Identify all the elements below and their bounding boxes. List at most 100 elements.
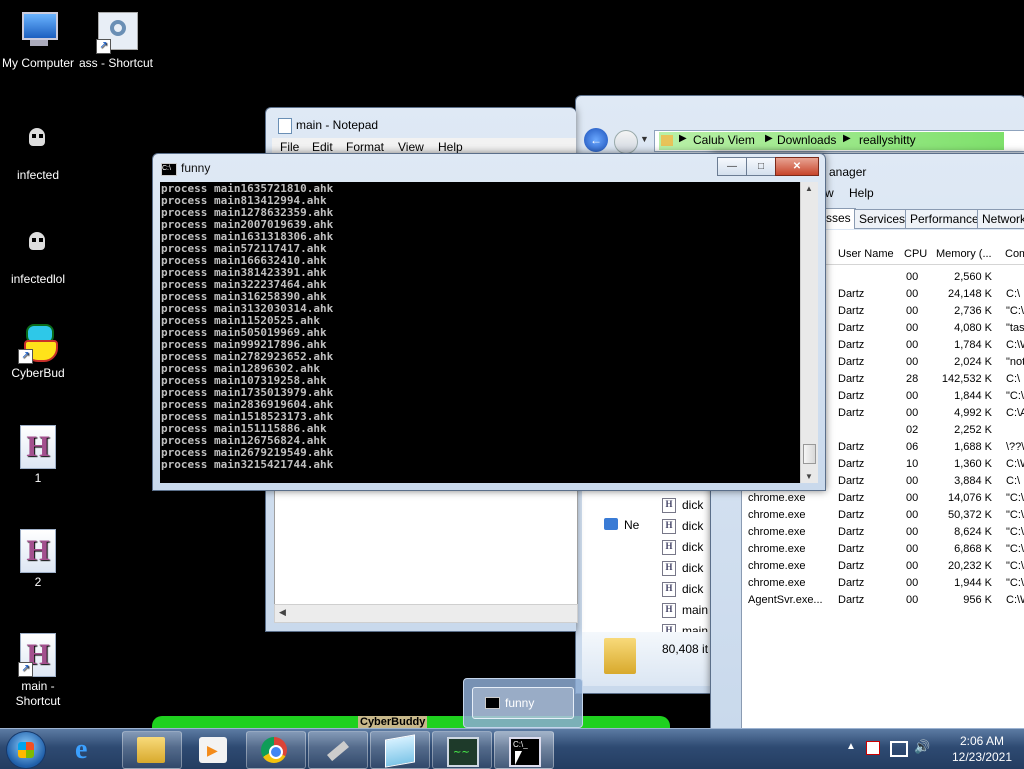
vertical-scrollbar[interactable]: ▲ ▼ (800, 182, 818, 483)
command-line: C:\ (1006, 373, 1021, 385)
table-row[interactable]: chrome.exe Dartz 00 1,944 K "C:\ (742, 577, 1024, 594)
cpu-value: 00 (906, 390, 919, 402)
list-item[interactable]: Hdick (662, 517, 712, 538)
memory-value: 1,688 K (954, 441, 992, 453)
list-item[interactable]: Hdick (662, 496, 712, 517)
taskbar: e ▶ ∼∼ C:\_ ▲ 🔊 2:06 AM 12/23/2021 (0, 728, 1024, 769)
sidebar-network-label[interactable]: Ne (624, 518, 639, 532)
tab-services[interactable]: Services (854, 209, 911, 229)
memory-value: 1,844 K (954, 390, 992, 402)
menu-view[interactable]: View (398, 140, 424, 154)
menu-view[interactable]: w (825, 186, 834, 200)
folder-icon (661, 135, 673, 146)
command-line: C:\ (1006, 288, 1021, 300)
command-line: "C:\ (1006, 390, 1024, 402)
taskbar-ie[interactable]: e (60, 731, 120, 769)
list-item[interactable]: Hmain (662, 601, 712, 622)
taskbar-notepad[interactable] (370, 731, 430, 769)
menu-file[interactable]: File (280, 140, 299, 154)
minimize-button[interactable]: — (717, 157, 747, 176)
breadcrumb[interactable]: ▶ Calub Viem ▶ Downloads ▶ reallyshitty (654, 130, 1024, 152)
table-row[interactable]: chrome.exe Dartz 00 6,868 K "C:\ (742, 543, 1024, 560)
explorer-nav-bar: ← ▼ ▶ Calub Viem ▶ Downloads ▶ reallyshi… (576, 126, 1024, 154)
taskbar-usb-app[interactable] (308, 731, 368, 769)
clock-time[interactable]: 2:06 AM (942, 734, 1022, 748)
horizontal-scrollbar[interactable]: ◀ (274, 604, 578, 623)
memory-value: 142,532 K (941, 373, 992, 385)
scroll-left-icon[interactable]: ◀ (279, 607, 286, 618)
column-header-command[interactable]: Com (1005, 248, 1024, 260)
list-item[interactable]: Hdick (662, 559, 712, 580)
taskbar-console-funny[interactable]: C:\_ (494, 731, 554, 769)
thumbnail-item[interactable]: funny (472, 687, 574, 719)
table-row[interactable]: chrome.exe Dartz 00 8,624 K "C:\ (742, 526, 1024, 543)
scroll-up-icon[interactable]: ▲ (805, 184, 813, 193)
console-window[interactable]: C:\ funny — □ ✕ process main1635721810.a… (152, 153, 826, 491)
breadcrumb-item[interactable]: Calub Viem (693, 133, 755, 147)
memory-value: 14,076 K (947, 492, 992, 504)
user-name: Dartz (838, 288, 865, 300)
action-center-icon[interactable] (866, 741, 880, 755)
table-row[interactable]: chrome.exe Dartz 00 20,232 K "C:\ (742, 560, 1024, 577)
desktop-icon-my-computer[interactable]: My Computer (0, 10, 76, 71)
column-header-user[interactable]: User Name (838, 248, 894, 260)
user-name: Dartz (838, 577, 865, 589)
memory-value: 2,024 K (954, 356, 992, 368)
console-output[interactable]: process main1635721810.ahk process main81… (160, 182, 818, 483)
desktop-icon-label: My Computer (1, 56, 75, 70)
taskbar-thumbnail[interactable]: funny (463, 678, 583, 728)
show-hidden-icons-icon[interactable]: ▲ (846, 741, 856, 752)
command-line: "C:\ (1006, 577, 1024, 589)
taskbar-chrome[interactable] (246, 731, 306, 769)
media-player-icon: ▶ (199, 737, 227, 763)
list-item[interactable]: Hdick (662, 580, 712, 601)
desktop-icon-infectedlol[interactable]: infectedlol (0, 226, 76, 287)
tab-networking[interactable]: Networki (977, 209, 1024, 229)
desktop-icon-2[interactable]: H 2 (0, 529, 76, 590)
table-row[interactable]: chrome.exe Dartz 00 14,076 K "C:\ (742, 492, 1024, 509)
command-line: "C:\ (1006, 543, 1024, 555)
cpu-value: 00 (906, 543, 919, 555)
history-dropdown-icon[interactable]: ▼ (640, 134, 649, 144)
column-header-memory[interactable]: Memory (... (936, 248, 992, 260)
start-button[interactable] (6, 731, 46, 769)
tab-processes[interactable]: sses (821, 208, 856, 229)
breadcrumb-separator-icon: ▶ (843, 133, 851, 144)
forward-button[interactable] (614, 130, 638, 154)
clock-date[interactable]: 12/23/2021 (942, 750, 1022, 764)
user-name: Dartz (838, 475, 865, 487)
taskbar-explorer[interactable] (122, 731, 182, 769)
notepad-icon (385, 734, 415, 768)
tab-performance[interactable]: Performance (905, 209, 984, 229)
table-row[interactable]: chrome.exe Dartz 00 50,372 K "C:\ (742, 509, 1024, 526)
memory-value: 20,232 K (947, 560, 992, 572)
desktop-icon-ass-shortcut[interactable]: ↗ ass - Shortcut (78, 10, 154, 71)
menu-edit[interactable]: Edit (312, 140, 333, 154)
process-name: chrome.exe (748, 526, 806, 538)
menu-help[interactable]: Help (849, 186, 874, 200)
taskbar-media-player[interactable]: ▶ (184, 731, 244, 769)
cyberbuddy-window[interactable]: CyberBuddy (152, 716, 670, 728)
taskbar-task-manager[interactable]: ∼∼ (432, 731, 492, 769)
list-item[interactable]: Hdick (662, 538, 712, 559)
breadcrumb-item[interactable]: Downloads (777, 133, 836, 147)
maximize-button[interactable]: □ (746, 157, 776, 176)
desktop-icon-infected[interactable]: infected (0, 122, 76, 183)
volume-icon[interactable]: 🔊 (914, 739, 930, 755)
folder-icon (137, 737, 165, 763)
scroll-down-icon[interactable]: ▼ (805, 472, 813, 481)
scroll-thumb[interactable] (803, 444, 816, 464)
breadcrumb-item[interactable]: reallyshitty (859, 133, 916, 147)
desktop-icon-cyberbud[interactable]: ↗ CyberBud (0, 320, 76, 381)
close-button[interactable]: ✕ (775, 157, 819, 176)
table-row[interactable]: AgentSvr.exe... Dartz 00 956 K C:\W (742, 594, 1024, 611)
system-tray: ▲ 🔊 2:06 AM 12/23/2021 (842, 729, 1024, 769)
menu-help[interactable]: Help (438, 140, 463, 154)
network-icon[interactable] (890, 741, 908, 757)
desktop-icon-main-shortcut[interactable]: H ↗ main - Shortcut (0, 633, 76, 709)
memory-value: 4,080 K (954, 322, 992, 334)
back-button[interactable]: ← (584, 128, 608, 152)
desktop-icon-1[interactable]: H 1 (0, 425, 76, 486)
menu-format[interactable]: Format (346, 140, 384, 154)
column-header-cpu[interactable]: CPU (904, 248, 927, 260)
